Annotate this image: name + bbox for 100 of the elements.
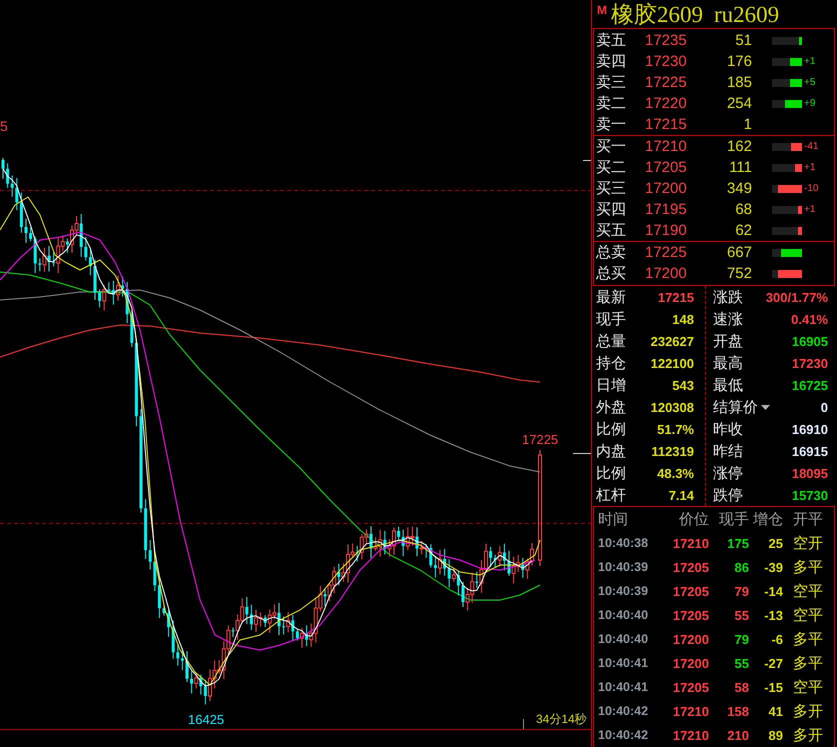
trade-time: 10:40:40 [597, 632, 650, 646]
position-change: 89 [768, 728, 783, 742]
stat-value: 0.41% [791, 312, 828, 326]
indicator-letter: M [597, 4, 607, 16]
trade-price: 17200 [672, 632, 709, 646]
stat-label: 比例 [596, 422, 626, 436]
price-value: 17200 [645, 266, 688, 281]
trade-volume: 79 [734, 632, 749, 646]
volume-value: 51 [734, 33, 752, 48]
volume-value: 254 [726, 96, 752, 111]
stat-value: 112319 [651, 444, 694, 458]
column-header: 时间 [597, 512, 629, 526]
trade-volume: 55 [734, 656, 749, 670]
countdown-label: 34分14秒 [536, 713, 587, 725]
level-label: 总卖 [595, 245, 627, 260]
caret-icon[interactable] [761, 404, 770, 410]
trade-price: 17205 [672, 608, 709, 622]
low-price-label: 16425 [188, 713, 224, 726]
change-value: +1 [804, 56, 816, 66]
position-change: -15 [763, 680, 783, 694]
stat-value: 300/1.77% [766, 290, 828, 304]
change-value: +1 [804, 162, 816, 172]
level-label: 卖五 [595, 33, 627, 48]
stat-label: 跌停 [713, 488, 743, 502]
trade-price: 17205 [672, 560, 709, 574]
price-label: 5 [0, 119, 8, 133]
price-value: 17205 [645, 160, 688, 175]
stat-value: 543 [672, 378, 694, 392]
stat-label: 昨结 [713, 444, 743, 458]
price-value: 17235 [645, 33, 688, 48]
trade-volume: 158 [726, 704, 749, 718]
trade-time: 10:40:39 [597, 584, 650, 598]
price-value: 17230 [645, 54, 688, 69]
volume-value: 162 [726, 139, 752, 154]
position-change: -14 [763, 584, 783, 598]
open-close-type: 空平 [792, 608, 823, 622]
stat-value: 16910 [792, 422, 828, 436]
stat-label: 涨跌 [713, 290, 743, 304]
stat-label: 内盘 [596, 444, 626, 458]
stat-label: 开盘 [713, 334, 743, 348]
price-value: 17220 [645, 96, 688, 111]
stat-value: 51.7% [657, 422, 694, 436]
trade-volume: 86 [734, 560, 749, 574]
change-value: +5 [804, 78, 816, 88]
trade-volume: 55 [734, 608, 749, 622]
trade-time: 10:40:41 [597, 680, 650, 694]
stat-label: 速涨 [713, 312, 743, 326]
volume-value: 68 [734, 202, 752, 217]
volume-value: 667 [726, 245, 752, 260]
stat-value: 48.3% [657, 466, 694, 480]
price-value: 17190 [645, 223, 688, 238]
trade-volume: 175 [726, 536, 749, 550]
level-label: 卖二 [595, 96, 627, 111]
volume-value: 111 [728, 160, 752, 175]
position-change: 41 [768, 704, 783, 718]
level-label: 买一 [595, 139, 627, 154]
stat-label: 最低 [713, 378, 743, 392]
trade-volume: 210 [726, 728, 749, 742]
price-tick-mark [572, 453, 591, 454]
volume-value: 752 [726, 266, 752, 281]
stat-label: 最高 [713, 356, 743, 370]
volume-value: 62 [734, 223, 752, 238]
time-tick-mark [523, 718, 524, 730]
trade-price: 17210 [672, 536, 709, 550]
stat-value: 17230 [792, 356, 828, 370]
contract-code: ru2609 [714, 2, 780, 26]
price-value: 17225 [645, 245, 688, 260]
level-label: 卖一 [595, 117, 627, 132]
high-price-label: 17225 [522, 433, 558, 446]
level-label: 买二 [595, 160, 627, 175]
trade-time: 10:40:40 [597, 608, 650, 622]
trade-volume: 79 [734, 584, 749, 598]
stat-label: 现手 [596, 312, 626, 326]
volume-value: 1 [742, 117, 752, 132]
stat-value: 18095 [792, 466, 828, 480]
level-label: 总买 [595, 266, 627, 281]
price-value: 17195 [645, 202, 688, 217]
position-change: 25 [768, 536, 783, 550]
position-change: -13 [763, 608, 783, 622]
change-value: -10 [804, 184, 818, 194]
trade-price: 17210 [672, 704, 709, 718]
stat-label: 比例 [596, 466, 626, 480]
trade-time: 10:40:38 [597, 536, 650, 550]
stat-value: 120308 [650, 400, 694, 414]
stat-label: 外盘 [596, 400, 626, 414]
open-close-type: 空开 [792, 536, 823, 550]
column-header: 开平 [792, 512, 823, 526]
stat-label: 最新 [596, 290, 626, 304]
position-change: -6 [770, 632, 783, 646]
stat-value: 17215 [658, 290, 694, 304]
level-label: 卖四 [595, 54, 627, 69]
trade-time: 10:40:39 [597, 560, 650, 574]
change-value: +9 [804, 98, 816, 108]
open-close-type: 空平 [792, 584, 823, 598]
trade-time: 10:40:41 [597, 656, 650, 670]
stat-value: 122100 [650, 356, 694, 370]
open-close-type: 多平 [792, 560, 823, 574]
stat-label: 涨停 [713, 466, 743, 480]
volume-value: 185 [726, 75, 752, 90]
level-label: 卖三 [595, 75, 627, 90]
